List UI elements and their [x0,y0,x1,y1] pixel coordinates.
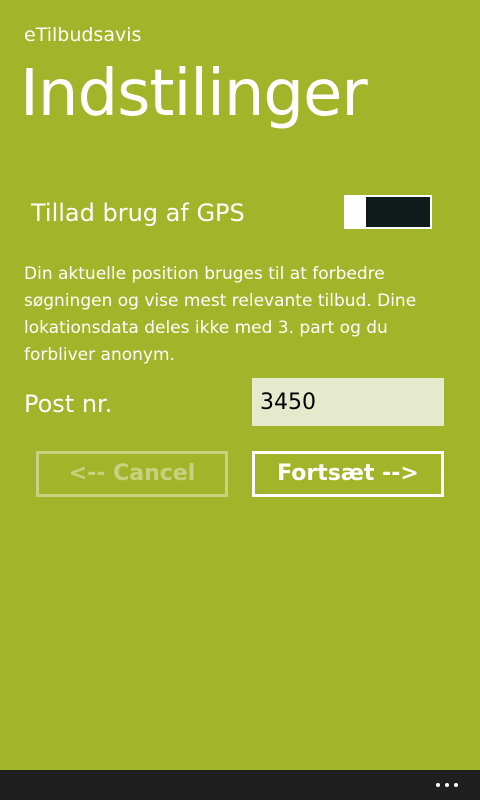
postnr-input[interactable] [252,378,444,426]
gps-description: Din aktuelle position bruges til at forb… [24,264,417,365]
app-title: eTilbudsavis [24,24,142,46]
dot [454,783,458,787]
dot [436,783,440,787]
dot [445,783,449,787]
continue-button[interactable]: Fortsæt --> [252,451,444,497]
page-title: Indstilinger [20,57,368,131]
more-ellipsis-icon[interactable] [436,770,458,800]
postnr-label: Post nr. [24,390,113,418]
gps-toggle-switch[interactable] [344,195,432,229]
cancel-button[interactable]: <-- Cancel [36,451,228,497]
application-bar [0,770,480,800]
gps-toggle-label: Tillad brug af GPS [31,199,245,227]
toggle-thumb[interactable] [344,195,366,229]
